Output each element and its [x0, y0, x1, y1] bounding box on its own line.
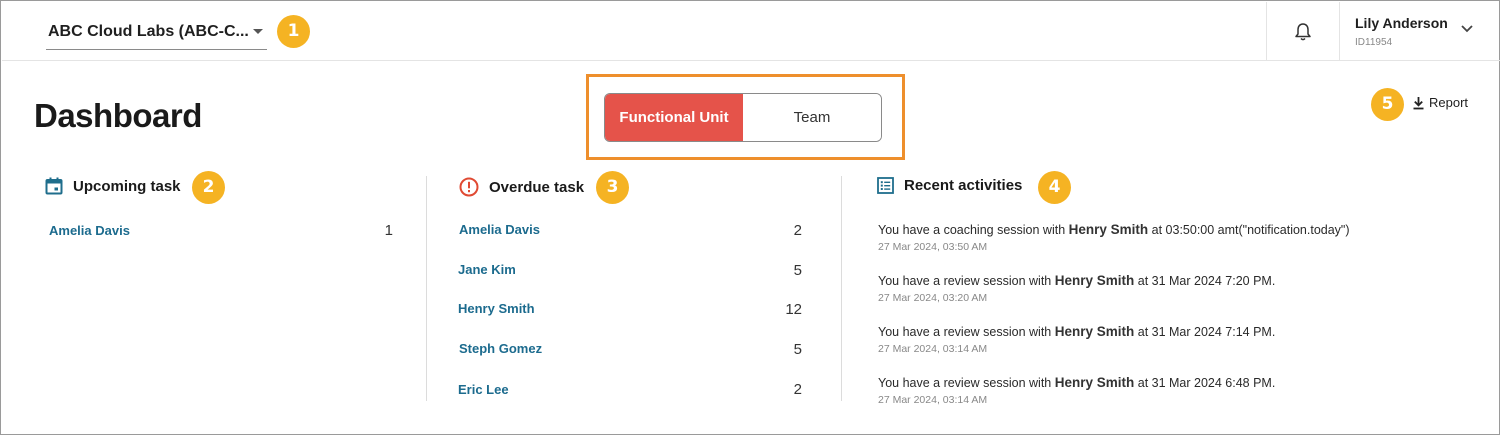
toggle-functional-unit[interactable]: Functional Unit	[605, 94, 743, 141]
activity-text-prefix: You have a review session with	[878, 376, 1055, 390]
overdue-row-count: 12	[785, 301, 802, 318]
recent-activities-heading: Recent activities	[904, 177, 1023, 194]
overdue-row-count: 2	[793, 381, 802, 398]
activity-item: You have a review session with Henry Smi…	[878, 273, 1275, 304]
calendar-icon	[45, 177, 63, 195]
activity-person: Henry Smith	[1054, 324, 1135, 339]
activity-text: You have a coaching session with Henry S…	[878, 222, 1350, 237]
user-name: Lily Anderson	[1355, 15, 1448, 31]
activity-text-suffix: at 31 Mar 2024 6:48 PM.	[1134, 376, 1276, 390]
overdue-task-header: Overdue task	[459, 177, 584, 197]
report-label: Report	[1429, 95, 1469, 110]
top-bar: ABC Cloud Labs (ABC-C... 1 Lily Anderson…	[2, 2, 1500, 61]
activity-text: You have a review session with Henry Smi…	[878, 324, 1275, 339]
activity-timestamp: 27 Mar 2024, 03:20 AM	[878, 292, 988, 304]
overdue-row-name[interactable]: Eric Lee	[458, 382, 509, 397]
chevron-down-icon	[1461, 25, 1473, 33]
callout-badge-4: 4	[1038, 171, 1071, 204]
activity-timestamp: 27 Mar 2024, 03:14 AM	[878, 394, 988, 406]
activity-text: You have a review session with Henry Smi…	[878, 273, 1275, 288]
activity-person: Henry Smith	[1054, 273, 1135, 288]
activity-person: Henry Smith	[1068, 222, 1149, 237]
app-frame: ABC Cloud Labs (ABC-C... 1 Lily Anderson…	[0, 0, 1500, 435]
overdue-row-count: 2	[793, 222, 802, 239]
list-icon	[877, 177, 894, 194]
bell-icon	[1295, 22, 1311, 40]
upcoming-task-header: Upcoming task	[45, 177, 181, 195]
activity-text-suffix: at 31 Mar 2024 7:14 PM.	[1134, 325, 1276, 339]
caret-down-icon	[253, 29, 263, 34]
page-title: Dashboard	[34, 97, 202, 134]
toggle-team[interactable]: Team	[743, 94, 881, 141]
overdue-row-count: 5	[793, 341, 802, 358]
callout-badge-2: 2	[192, 171, 225, 204]
report-download-button[interactable]: Report	[1412, 95, 1468, 110]
activity-text-suffix: at 03:50:00 amt("notification.today")	[1148, 223, 1350, 237]
overdue-task-heading: Overdue task	[489, 178, 585, 196]
upcoming-task-heading: Upcoming task	[73, 177, 181, 195]
overdue-row-name[interactable]: Jane Kim	[458, 262, 516, 277]
activity-item: You have a coaching session with Henry S…	[878, 222, 1350, 253]
column-divider	[841, 176, 842, 401]
upcoming-row-count: 1	[384, 222, 393, 239]
user-id: ID11954	[1355, 37, 1393, 48]
org-select-dropdown[interactable]: ABC Cloud Labs (ABC-C...	[46, 20, 267, 50]
overdue-row-name[interactable]: Henry Smith	[458, 301, 535, 316]
activity-item: You have a review session with Henry Smi…	[878, 375, 1275, 406]
activity-text-prefix: You have a review session with	[878, 325, 1055, 339]
overdue-row-name[interactable]: Steph Gomez	[459, 341, 542, 356]
overdue-row-name[interactable]: Amelia Davis	[459, 222, 540, 237]
user-menu[interactable]: Lily Anderson ID11954	[1339, 2, 1500, 61]
activity-text: You have a review session with Henry Smi…	[878, 375, 1275, 390]
callout-badge-3: 3	[596, 171, 629, 204]
org-select-label: ABC Cloud Labs (ABC-C...	[48, 23, 249, 40]
activity-item: You have a review session with Henry Smi…	[878, 324, 1275, 355]
download-icon	[1413, 96, 1424, 109]
callout-badge-5: 5	[1371, 88, 1404, 121]
callout-badge-1: 1	[277, 15, 310, 48]
activity-person: Henry Smith	[1054, 375, 1135, 390]
column-divider	[426, 176, 427, 401]
activity-text-suffix: at 31 Mar 2024 7:20 PM.	[1134, 274, 1276, 288]
activity-timestamp: 27 Mar 2024, 03:14 AM	[878, 343, 988, 355]
activity-timestamp: 27 Mar 2024, 03:50 AM	[878, 241, 988, 253]
activity-text-prefix: You have a review session with	[878, 274, 1055, 288]
notifications-button[interactable]	[1266, 2, 1339, 61]
upcoming-row-name[interactable]: Amelia Davis	[49, 223, 130, 238]
recent-activities-header: Recent activities	[877, 177, 1022, 194]
activity-text-prefix: You have a coaching session with	[878, 223, 1069, 237]
alert-circle-icon	[459, 177, 479, 197]
overdue-row-count: 5	[793, 262, 802, 279]
view-toggle: Functional Unit Team	[604, 93, 882, 142]
